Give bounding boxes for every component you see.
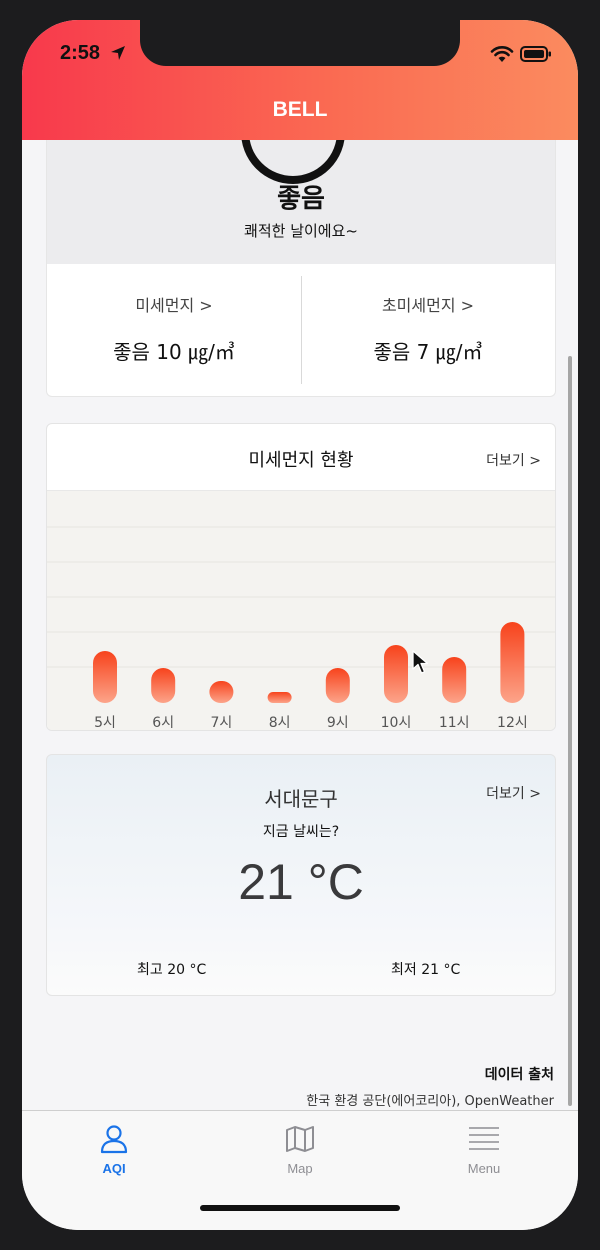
weather-card: 서대문구 더보기 > 지금 날씨는? 21 °C 최고 20 °C 최저 21 … — [46, 754, 556, 996]
wifi-icon — [490, 46, 514, 62]
chart-x-label: 8시 — [269, 715, 291, 731]
mouse-cursor-icon — [412, 650, 429, 674]
menu-icon — [469, 1127, 499, 1150]
tab-menu-label: Menu — [467, 1161, 501, 1176]
aqi-grade: 좋음 — [277, 184, 325, 214]
chart-bar-6 — [442, 657, 467, 703]
chart-x-label: 12시 — [497, 715, 528, 731]
tab-aqi-label: AQI — [102, 1161, 126, 1176]
chart-x-label: 7시 — [211, 715, 233, 731]
chart-x-label: 6시 — [152, 715, 174, 731]
status-time: 2:58 — [60, 42, 101, 64]
chart-title: 미세먼지 현황 — [248, 450, 354, 471]
pm25-label[interactable]: 초미세먼지 > — [301, 292, 555, 316]
data-source-text: 한국 환경 공단(에어코리아), OpenWeather — [306, 1094, 554, 1109]
tab-aqi[interactable]: AQI — [54, 1111, 174, 1191]
weather-now-label: 지금 날씨는? — [262, 824, 340, 840]
dust-chart-card: 미세먼지 현황 더보기 > 5시 6시 7시 8시 9시 10시 11시 12시 — [46, 423, 556, 731]
chart-x-label: 11시 — [439, 715, 470, 731]
chart-x-label: 10시 — [381, 715, 412, 731]
chart-x-label: 5시 — [94, 715, 116, 731]
pm25-value: 좋음 7 ㎍/㎥ — [373, 340, 483, 364]
scrollbar[interactable] — [568, 356, 572, 1106]
location-arrow-icon — [111, 46, 125, 60]
chart-bar-1 — [151, 668, 176, 703]
tab-bar: AQI Map Menu — [22, 1110, 578, 1230]
data-source-title: 데이터 출처 — [484, 1067, 554, 1083]
chart-bar-5 — [384, 645, 408, 703]
app-header: 2:58 BELL — [22, 20, 578, 140]
pm10-section[interactable]: 미세먼지 > 좋음 10 ㎍/㎥ — [47, 264, 301, 396]
battery-icon — [520, 46, 551, 62]
aqi-summary: 좋음 쾌적한 날이에요~ — [47, 140, 555, 264]
pm25-section[interactable]: 초미세먼지 > 좋음 7 ㎍/㎥ — [301, 264, 555, 396]
phone-screen: 2:58 BELL 좋음 쾌적한 날이에요~ 미세먼지 > 좋음 10 ㎍/㎥ — [22, 20, 578, 1230]
weather-min: 최저 21 °C — [391, 962, 461, 978]
chart-bar-7 — [500, 622, 525, 703]
chart-bar-2 — [209, 681, 234, 703]
aqi-message: 쾌적한 날이에요~ — [244, 222, 358, 240]
weather-more-link[interactable]: 더보기 > — [486, 783, 541, 803]
tab-menu[interactable]: Menu — [424, 1111, 544, 1191]
person-icon — [100, 1125, 128, 1154]
chart-bar-3 — [267, 692, 292, 703]
weather-city: 서대문구 — [264, 787, 338, 811]
chart-bar-4 — [325, 668, 350, 703]
chart-area: 5시 6시 7시 8시 9시 10시 11시 12시 — [47, 490, 555, 731]
notch — [140, 20, 460, 66]
weather-max: 최고 20 °C — [137, 962, 207, 978]
tab-map-label: Map — [287, 1161, 313, 1176]
chart-bar-0 — [93, 651, 117, 703]
weather-temperature: 21 °C — [238, 854, 364, 910]
app-title: BELL — [272, 98, 328, 121]
chart-x-label: 9시 — [327, 715, 349, 731]
aqi-card: 좋음 쾌적한 날이에요~ 미세먼지 > 좋음 10 ㎍/㎥ 초미세먼지 > 좋음… — [46, 140, 556, 397]
chart-more-link[interactable]: 더보기 > — [486, 450, 541, 470]
map-icon — [286, 1126, 314, 1152]
pm10-value: 좋음 10 ㎍/㎥ — [113, 340, 235, 364]
pm10-label[interactable]: 미세먼지 > — [47, 292, 301, 316]
home-indicator[interactable] — [200, 1205, 400, 1211]
tab-map[interactable]: Map — [240, 1111, 360, 1191]
dust-bar-chart: 5시 6시 7시 8시 9시 10시 11시 12시 — [47, 526, 555, 731]
scroll-content[interactable]: 좋음 쾌적한 날이에요~ 미세먼지 > 좋음 10 ㎍/㎥ 초미세먼지 > 좋음… — [22, 140, 578, 1110]
